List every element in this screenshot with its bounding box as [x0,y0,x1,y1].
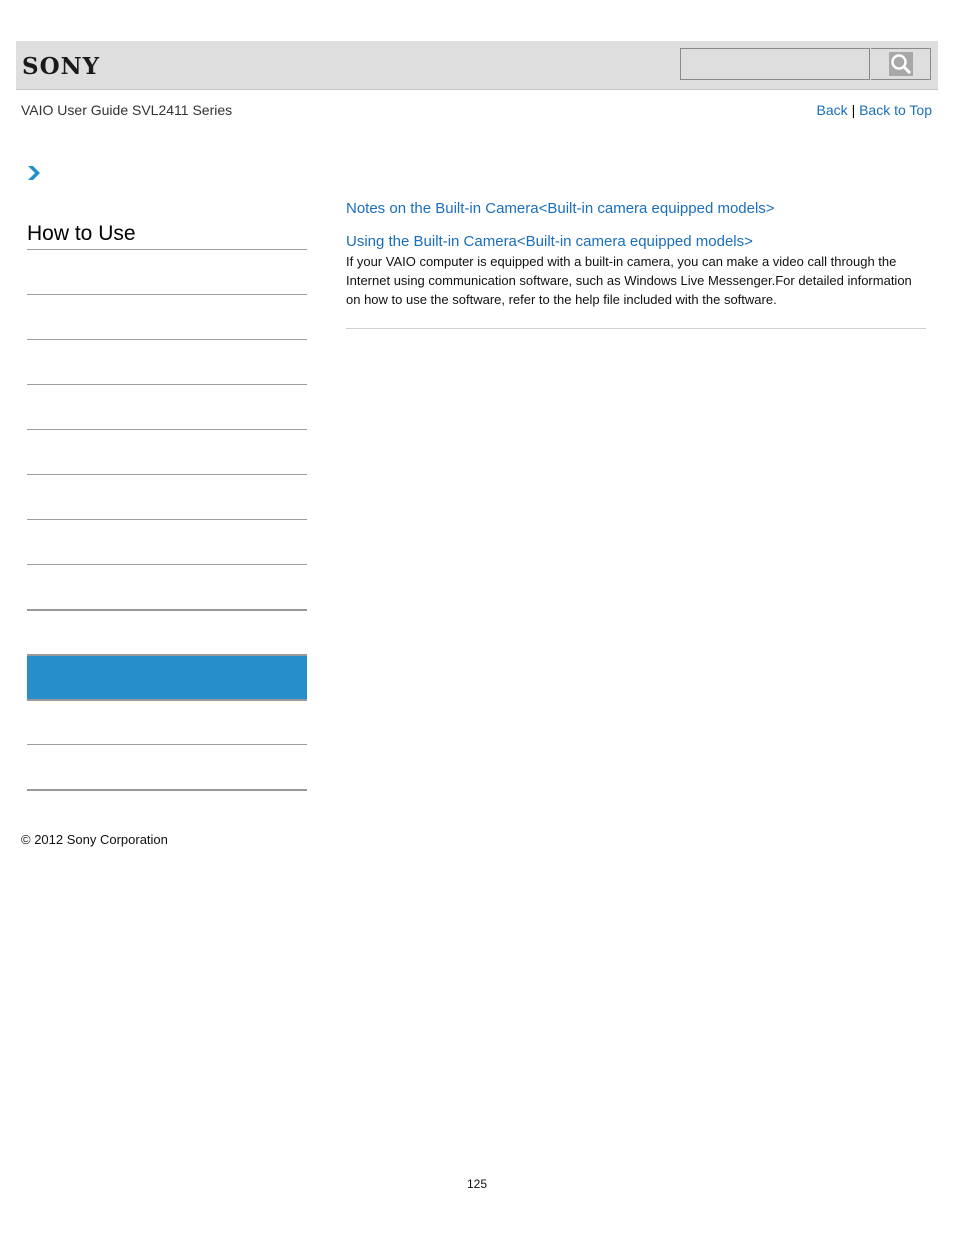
search-button[interactable] [871,48,931,80]
sidebar-item[interactable] [27,429,307,474]
header-bar: SONY [16,41,938,90]
sidebar-divider [27,789,307,791]
link-separator: | [851,102,856,118]
content-divider [346,328,926,329]
sidebar-item[interactable] [27,744,307,789]
chevron-right-icon[interactable] [27,165,41,181]
camera-description: If your VAIO computer is equipped with a… [346,254,912,307]
sidebar-item[interactable] [27,609,307,654]
sidebar-title: How to Use [27,222,136,245]
sidebar-item-active[interactable] [27,654,307,699]
sidebar-item[interactable] [27,564,307,609]
sidebar-item[interactable] [27,294,307,339]
sidebar-nav [27,249,307,791]
sidebar-item[interactable] [27,384,307,429]
sidebar-item[interactable] [27,249,307,294]
search-input[interactable] [680,48,870,80]
copyright: © 2012 Sony Corporation [21,832,168,847]
notes-camera-link[interactable]: Notes on the Built-in Camera<Built-in ca… [346,200,926,217]
back-link[interactable]: Back [817,102,848,118]
top-links: Back | Back to Top [817,102,932,118]
back-to-top-link[interactable]: Back to Top [859,102,932,118]
guide-title: VAIO User Guide SVL2411 Series [21,102,233,118]
sony-logo[interactable]: SONY [22,53,100,80]
main-content: Notes on the Built-in Camera<Built-in ca… [346,200,926,329]
page-number: 125 [466,1177,488,1191]
sidebar-item[interactable] [27,519,307,564]
sidebar-item[interactable] [27,474,307,519]
search-icon [888,52,913,76]
sidebar-item[interactable] [27,699,307,744]
sidebar-item[interactable] [27,339,307,384]
using-camera-link[interactable]: Using the Built-in Camera<Built-in camer… [346,233,926,250]
